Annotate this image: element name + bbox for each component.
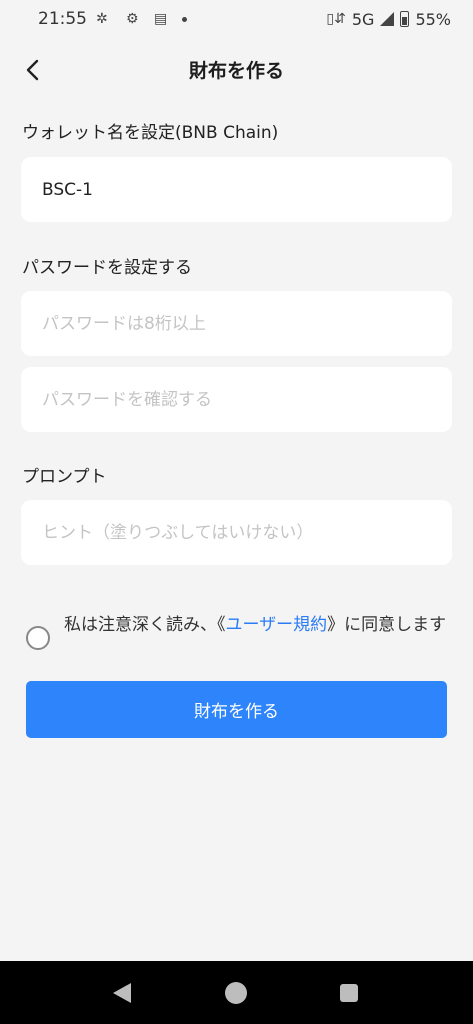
battery-icon [400,11,410,27]
prompt-field[interactable] [21,500,452,565]
battery-percent: 55% [415,9,451,29]
password-input[interactable] [42,313,452,334]
confirm-password-field[interactable] [21,367,452,432]
network-type: 5G [351,9,375,29]
terms-link[interactable]: ユーザー規約 [226,615,328,635]
status-right: ▯⇵ 5G 55% [326,9,451,29]
prompt-input[interactable] [42,522,452,543]
screen: 21:55 ✲ ⚙ ▤ ▯⇵ 5G 55% 財布を作る ウォレット名を設定(BN… [0,0,473,1024]
password-field[interactable] [21,291,452,356]
more-notifications-icon [182,17,187,22]
agreement-checkbox[interactable] [26,626,50,650]
password-label: パスワードを設定する [22,258,192,278]
wallet-name-input[interactable] [42,179,452,200]
wallet-name-label: ウォレット名を設定(BNB Chain) [22,123,279,143]
nav-back-icon[interactable] [113,983,131,1003]
nav-recents-icon[interactable] [340,984,358,1002]
data-saver-icon: ▯⇵ [326,11,346,27]
app-notification-icon: ✲ [96,11,108,27]
confirm-password-input[interactable] [42,389,452,410]
wallet-name-field[interactable] [21,157,452,222]
signal-icon [380,12,395,26]
navigation-bar [0,961,473,1024]
header: 財布を作る [0,50,473,90]
settings-notification-icon: ⚙ [126,11,139,27]
prompt-label: プロンプト [22,467,107,487]
create-wallet-button[interactable]: 財布を作る [26,681,447,738]
nav-home-icon[interactable] [225,982,247,1004]
calendar-notification-icon: ▤ [154,11,168,27]
page-title: 財布を作る [188,60,284,82]
status-time: 21:55 [38,9,87,29]
status-bar: 21:55 ✲ ⚙ ▤ ▯⇵ 5G 55% [0,0,473,40]
agreement-text-after: 》に同意します [327,615,447,635]
agreement-text: 私は注意深く読み、《ユーザー規約》に同意します [64,614,454,637]
agreement-text-before: 私は注意深く読み、《 [64,615,226,635]
